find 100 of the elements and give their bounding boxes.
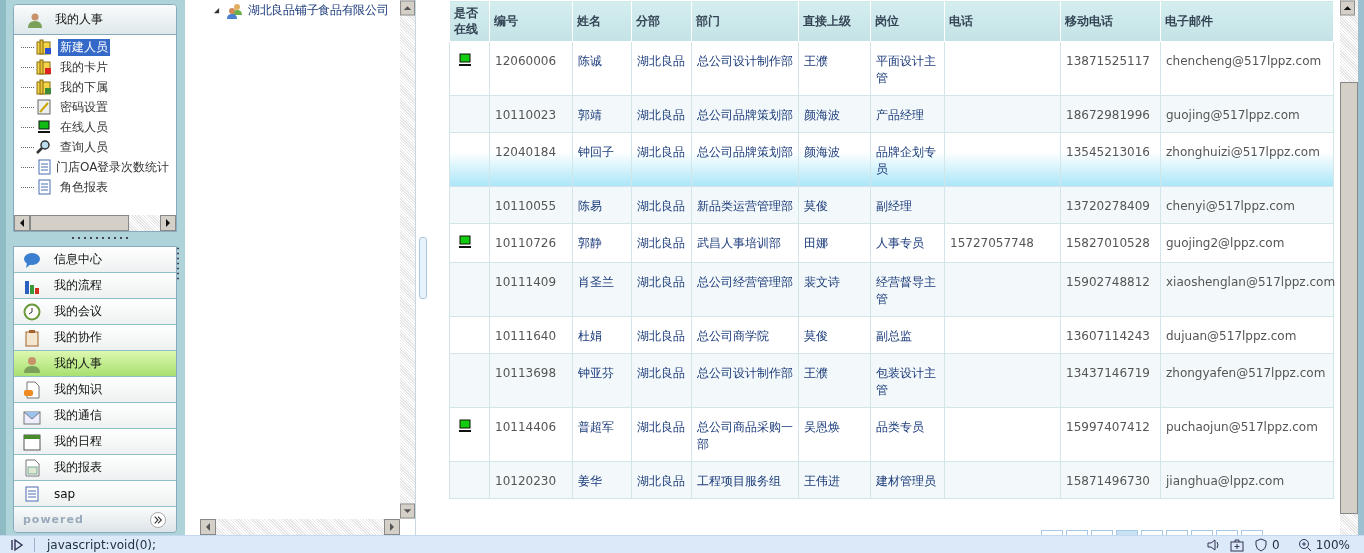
table-row[interactable]: 12060006 陈诚 湖北良品 总公司设计制作部 王濮 平面设计主管 13871525117 chencheng@517lppz.com — [449, 41, 1334, 96]
column-header[interactable]: 部门 — [691, 0, 799, 42]
menu-item[interactable]: 我的流程 — [14, 273, 176, 299]
table-cell: 陈诚 — [578, 54, 602, 68]
table-cell: 10114406 — [495, 420, 557, 434]
table-cell: 莫俊 — [804, 199, 828, 213]
menu-item[interactable]: 我的通信 — [14, 403, 176, 429]
menu-item[interactable]: 我的报表 — [14, 455, 176, 481]
table-cell: 15902748812 — [1066, 275, 1150, 289]
table-cell: guojing@517lppz.com — [1166, 108, 1300, 122]
table-row[interactable]: 10111640 杜娟 湖北良品 总公司商学院 莫俊 副总监 13607114243 dujuan@517lppz.com — [449, 316, 1334, 354]
column-header[interactable]: 电子邮件 — [1160, 0, 1334, 42]
zoom-icon[interactable] — [1297, 537, 1312, 552]
table-cell: 15727057748 — [950, 236, 1034, 250]
tree-item[interactable]: 角色报表 — [58, 178, 110, 196]
tree-item[interactable]: 门店OA登录次数统计 — [54, 158, 172, 176]
horizontal-scrollbar[interactable] — [14, 215, 176, 231]
speech-bubble-icon — [23, 250, 41, 269]
document-icon — [36, 159, 52, 175]
table-row[interactable]: 10120230 姜华 湖北良品 工程项目服务组 王伟进 建材管理员 15871496730 jianghua@lppz.com — [449, 461, 1334, 499]
table-cell: 总公司品牌策划部 — [697, 145, 793, 159]
scroll-left-button[interactable] — [14, 215, 30, 231]
column-header[interactable]: 编号 — [489, 0, 573, 42]
table-row[interactable]: 12040184 钟回子 湖北良品 总公司品牌策划部 颜海波 品牌企划专员 13545213016 zhonghuizi@517lppz.com — [449, 132, 1334, 187]
tree-item[interactable]: 查询人员 — [58, 138, 110, 156]
table-cell: 10111409 — [495, 275, 557, 289]
menu-item[interactable]: sap — [14, 481, 176, 507]
table-cell: 副经理 — [876, 199, 912, 213]
column-header[interactable]: 分部 — [631, 0, 692, 42]
expanded-triangle-icon[interactable] — [213, 7, 220, 14]
menu-item[interactable]: 我的日程 — [14, 429, 176, 455]
table-cell: 10113698 — [495, 366, 557, 380]
table-cell: 建材管理员 — [876, 474, 936, 488]
tree-item[interactable]: 我的卡片 — [58, 58, 110, 76]
table-cell: 颜海波 — [804, 145, 840, 159]
vertical-scrollbar[interactable] — [400, 0, 415, 519]
monitor-icon — [36, 119, 52, 135]
menu-item[interactable]: 我的人事 — [14, 351, 176, 377]
expand-chevron-icon[interactable] — [150, 511, 166, 528]
table-cell: 12040184 — [495, 145, 557, 159]
table-cell: 15997407412 — [1066, 420, 1150, 434]
table-row[interactable]: 10110055 陈易 湖北良品 新品类运营管理部 莫俊 副经理 13720278409 chenyi@517lppz.com — [449, 186, 1334, 224]
table-cell: 武昌人事培训部 — [697, 236, 781, 250]
accordion-header[interactable]: 我的人事 — [14, 5, 176, 35]
scroll-thumb[interactable] — [30, 215, 130, 231]
table-cell: 肖圣兰 — [578, 275, 614, 289]
table-cell: 姜华 — [578, 474, 602, 488]
table-cell: 颜海波 — [804, 108, 840, 122]
tree-node[interactable]: 湖北良品铺子食品有限公司 — [248, 2, 389, 19]
table-cell: guojing2@lppz.com — [1166, 236, 1285, 250]
tree-item[interactable]: 我的下属 — [58, 78, 110, 96]
table-cell: 人事专员 — [876, 236, 924, 250]
menu-item[interactable]: 我的协作 — [14, 325, 176, 351]
table-cell: 钟亚芬 — [578, 366, 614, 380]
scroll-down-button[interactable] — [400, 503, 415, 519]
table-cell: 湖北良品 — [637, 420, 685, 434]
column-header[interactable]: 电话 — [944, 0, 1061, 42]
table-row[interactable]: 10111409 肖圣兰 湖北良品 总公司经营管理部 裴文诗 经营督导主管 15902748812 xiaoshenglan@517lppz.com — [449, 262, 1334, 317]
table-cell: 王濮 — [804, 366, 828, 380]
table-cell: 总公司商品采购一部 — [697, 420, 793, 451]
tree-item[interactable]: 新建人员 — [58, 38, 110, 56]
table-cell: 湖北良品 — [637, 329, 685, 343]
accordion-title: 我的人事 — [55, 11, 103, 28]
scroll-thumb[interactable] — [1340, 82, 1358, 514]
table-row[interactable]: 10113698 钟亚芬 湖北良品 总公司设计制作部 王濮 包装设计主管 13437146719 zhongyafen@517lppz.com — [449, 353, 1334, 408]
menu-item[interactable]: 我的会议 — [14, 299, 176, 325]
spreadsheet-icon — [23, 458, 41, 477]
table-cell: 13545213016 — [1066, 145, 1150, 159]
shield-icon[interactable] — [1254, 537, 1269, 552]
table-cell: 13720278409 — [1066, 199, 1150, 213]
table-cell: 郭静 — [578, 236, 602, 250]
table-cell: 王伟进 — [804, 474, 840, 488]
scroll-right-button[interactable] — [160, 215, 176, 231]
speaker-icon[interactable] — [1206, 537, 1221, 552]
table-cell: 总公司经营管理部 — [697, 275, 793, 289]
column-header[interactable]: 姓名 — [572, 0, 632, 42]
table-cell: 湖北良品 — [637, 366, 685, 380]
resize-grip[interactable] — [176, 246, 180, 282]
column-header[interactable]: 是否在线 — [449, 0, 490, 42]
table-cell: 莫俊 — [804, 329, 828, 343]
vertical-scrollbar[interactable] — [1340, 0, 1358, 535]
table-row[interactable]: 10114406 普超军 湖北良品 总公司商品采购一部 吴恩焕 品类专员 15997407412 puchaojun@517lppz.com — [449, 407, 1334, 462]
column-header[interactable]: 直接上级 — [798, 0, 871, 42]
table-cell: 13871525117 — [1066, 54, 1150, 68]
table-row[interactable]: 10110023 郭靖 湖北良品 总公司品牌策划部 颜海波 产品经理 18672981996 guojing@517lppz.com — [449, 95, 1334, 133]
tree-item[interactable]: 密码设置 — [58, 98, 110, 116]
menu-item[interactable]: 我的知识 — [14, 377, 176, 403]
column-header[interactable]: 移动电话 — [1060, 0, 1161, 42]
column-header[interactable]: 岗位 — [870, 0, 945, 42]
scroll-up-button[interactable] — [1340, 0, 1355, 16]
toolbox-icon[interactable] — [1230, 537, 1245, 552]
tree-item[interactable]: 在线人员 — [58, 118, 110, 136]
menu-item[interactable]: 信息中心 — [14, 247, 176, 273]
table-row[interactable]: 10110726 郭静 湖北良品 武昌人事培训部 田娜 人事专员 15727057748 15827010528 guojing2@lppz.com — [449, 223, 1334, 263]
table-cell: xiaoshenglan@517lppz.com — [1166, 275, 1336, 289]
sidebar-toggle-icon[interactable] — [10, 537, 24, 552]
table-cell: 10110055 — [495, 199, 557, 213]
collapse-handle[interactable] — [418, 236, 427, 299]
table-cell: chencheng@517lppz.com — [1166, 54, 1322, 68]
person-icon — [27, 11, 43, 28]
